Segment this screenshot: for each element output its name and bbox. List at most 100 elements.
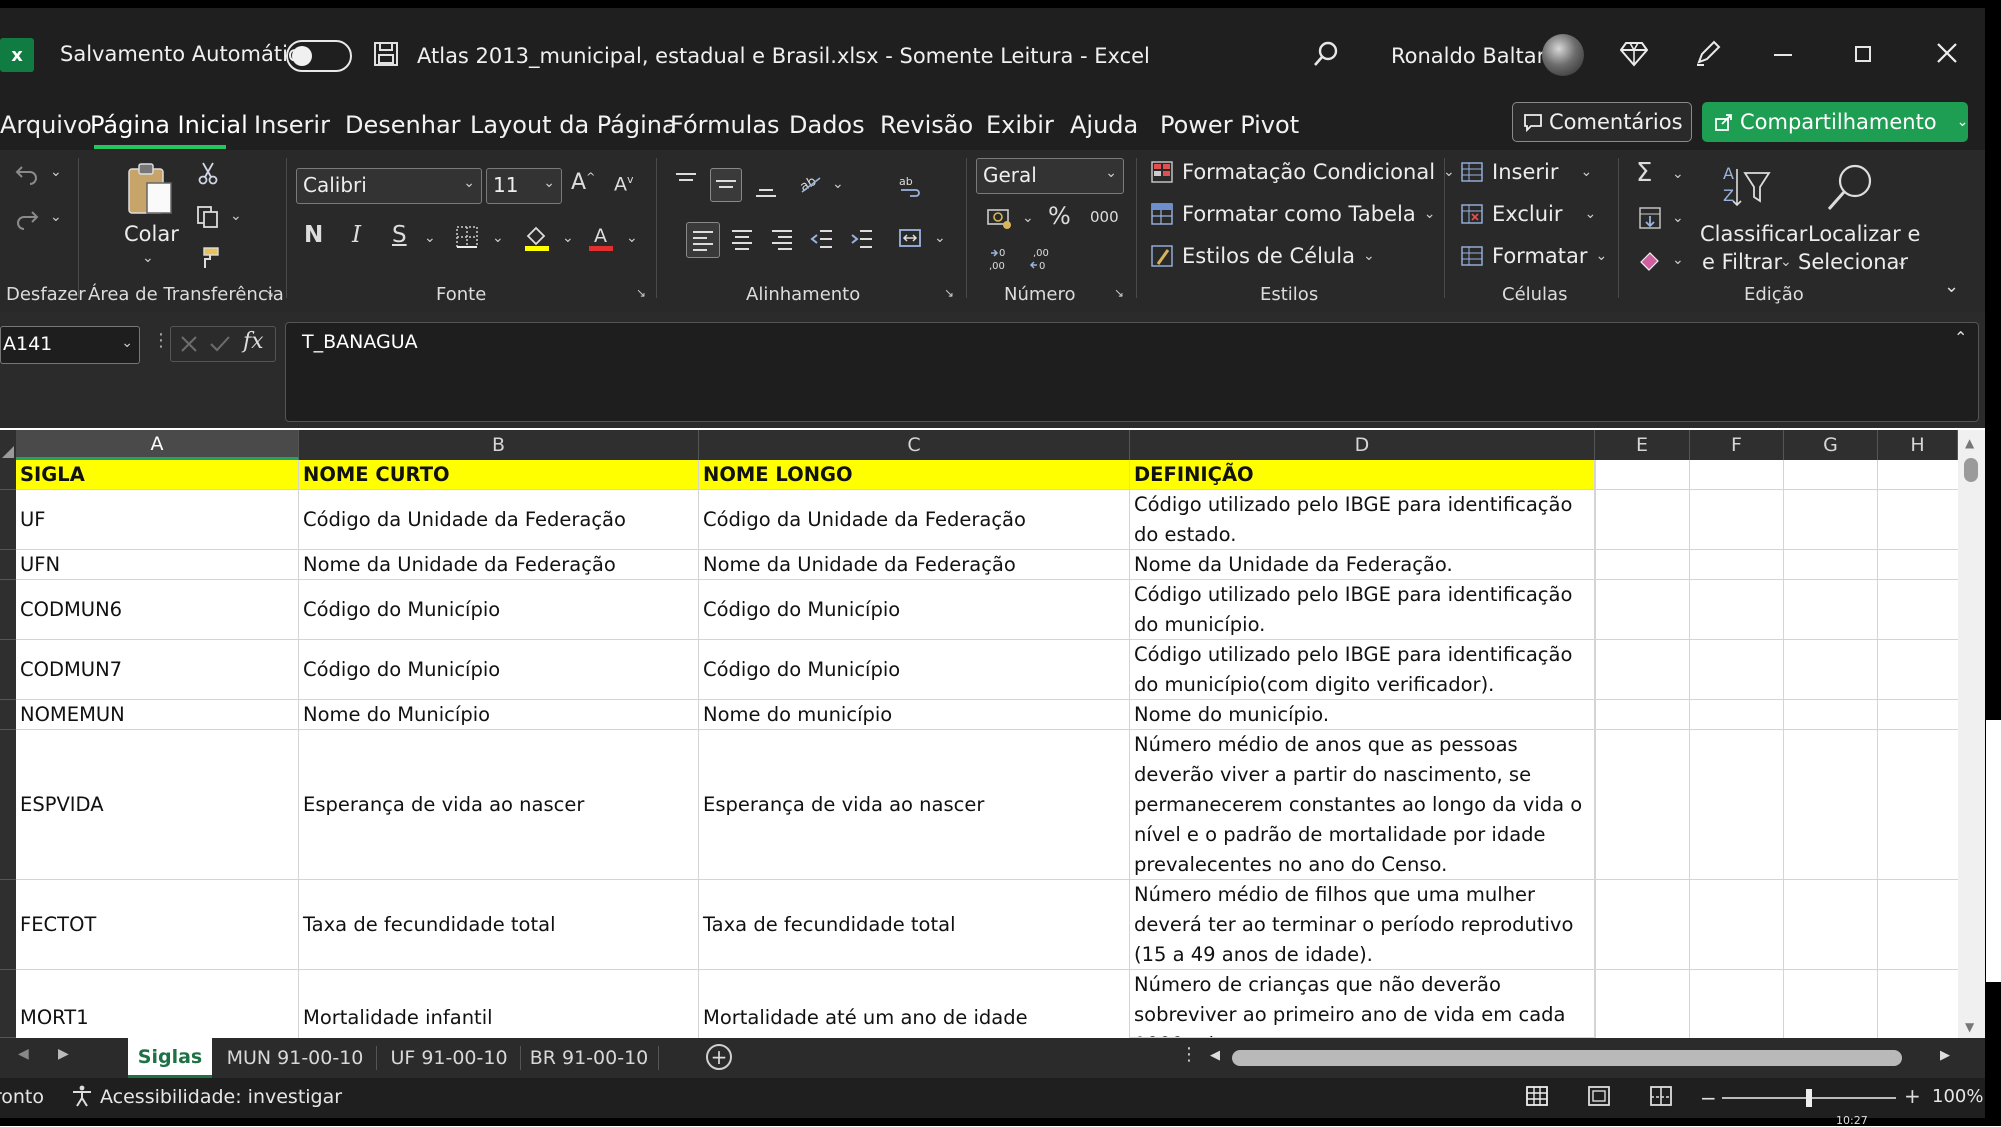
align-right-icon[interactable] xyxy=(768,224,796,254)
share-button[interactable]: Compartilhamento ⌄ xyxy=(1702,102,1968,142)
table-cell[interactable]: Nome da Unidade da Federação xyxy=(299,550,699,580)
align-left-icon[interactable] xyxy=(686,222,720,258)
clear-eraser-icon[interactable] xyxy=(1636,246,1664,274)
chevron-down-icon[interactable]: ⌄ xyxy=(424,230,436,246)
search-icon[interactable] xyxy=(1310,38,1342,70)
row-header[interactable] xyxy=(0,700,16,730)
table-cell[interactable]: Código utilizado pelo IBGE para identifi… xyxy=(1130,580,1595,640)
menu-revisao[interactable]: Revisão xyxy=(880,111,973,139)
italic-button[interactable]: I xyxy=(352,222,361,248)
row-header[interactable] xyxy=(0,640,16,700)
menu-inserir[interactable]: Inserir xyxy=(254,111,330,139)
insert-function-icon[interactable]: fx xyxy=(243,329,264,354)
table-cell[interactable]: Número médio de anos que as pessoas deve… xyxy=(1130,730,1595,880)
delete-cells-button[interactable]: Excluir ⌄ xyxy=(1460,202,1596,226)
font-name-select[interactable]: Calibri ⌄ xyxy=(296,168,482,204)
table-cell[interactable]: Código utilizado pelo IBGE para identifi… xyxy=(1130,490,1595,550)
zoom-out-button[interactable]: − xyxy=(1700,1086,1717,1110)
scroll-left-icon[interactable]: ◀ xyxy=(1210,1048,1220,1063)
zoom-level[interactable]: 100% xyxy=(1932,1086,1983,1107)
text-orientation-icon[interactable]: ab xyxy=(796,170,824,196)
bold-button[interactable]: N xyxy=(304,222,323,248)
copy-icon[interactable] xyxy=(194,204,222,230)
chevron-down-icon[interactable]: ⌄ xyxy=(1672,252,1684,268)
table-cell[interactable]: Código do Município xyxy=(299,580,699,640)
cell-styles-button[interactable]: Estilos de Célula ⌄ xyxy=(1150,244,1375,268)
number-format-select[interactable]: Geral ⌄ xyxy=(976,158,1124,194)
sort-filter-label-1[interactable]: Classificar xyxy=(1700,222,1807,246)
pen-icon[interactable] xyxy=(1693,38,1723,68)
accounting-format-icon[interactable] xyxy=(984,204,1014,232)
sheet-tab-siglas[interactable]: Siglas xyxy=(128,1038,212,1078)
column-header-e[interactable]: E xyxy=(1595,430,1690,460)
font-size-select[interactable]: 11 ⌄ xyxy=(486,168,562,204)
menu-arquivo[interactable]: Arquivo xyxy=(0,111,92,139)
table-cell[interactable]: Número de crianças que não deverão sobre… xyxy=(1130,970,1595,1038)
column-header-g[interactable]: G xyxy=(1784,430,1878,460)
zoom-slider-thumb[interactable] xyxy=(1806,1089,1812,1107)
align-middle-icon[interactable] xyxy=(710,168,742,202)
decrease-font-button[interactable]: Av xyxy=(614,173,634,195)
column-header-d[interactable]: D xyxy=(1130,430,1595,460)
accessibility-icon[interactable] xyxy=(70,1084,94,1108)
empty-cells-area[interactable] xyxy=(1595,460,1958,1038)
sheet-tab-uf[interactable]: UF 91-00-10 xyxy=(384,1038,514,1078)
table-cell[interactable]: Código utilizado pelo IBGE para identifi… xyxy=(1130,640,1595,700)
sheet-tab-br[interactable]: BR 91-00-10 xyxy=(526,1038,652,1078)
cell-header-definicao[interactable]: DEFINIÇÃO xyxy=(1130,460,1595,490)
row-header[interactable] xyxy=(0,490,16,550)
menu-power-pivot[interactable]: Power Pivot xyxy=(1160,111,1299,139)
format-cells-button[interactable]: Formatar ⌄ xyxy=(1460,244,1607,268)
table-cell[interactable]: Código da Unidade da Federação xyxy=(699,490,1130,550)
zoom-in-button[interactable]: + xyxy=(1904,1084,1921,1108)
dialog-launcher-icon[interactable]: ↘ xyxy=(1114,286,1124,300)
increase-decimal-icon[interactable]: 0,00 xyxy=(986,244,1016,274)
chevron-down-icon[interactable]: ⌄ xyxy=(1672,210,1684,226)
paste-label[interactable]: Colar xyxy=(124,222,179,246)
cut-icon[interactable] xyxy=(196,160,220,186)
table-cell[interactable]: NOMEMUN xyxy=(16,700,299,730)
horizontal-scroll-thumb[interactable] xyxy=(1232,1050,1902,1066)
wrap-text-icon[interactable]: ab xyxy=(896,172,924,200)
menu-formulas[interactable]: Fórmulas xyxy=(670,111,780,139)
undo-icon[interactable] xyxy=(12,160,42,188)
align-bottom-icon[interactable] xyxy=(752,176,780,202)
format-painter-icon[interactable] xyxy=(194,245,222,271)
increase-font-button[interactable]: A^ xyxy=(571,170,595,195)
restore-icon[interactable] xyxy=(1855,46,1871,62)
chevron-down-icon[interactable]: ⌄ xyxy=(230,208,242,224)
tab-scroll-right-icon[interactable]: ▶ xyxy=(58,1046,69,1062)
row-header[interactable] xyxy=(0,460,16,490)
sort-filter-icon[interactable]: AZ xyxy=(1718,160,1774,216)
table-cell[interactable]: Taxa de fecundidade total xyxy=(299,880,699,970)
cell-header-nome-longo[interactable]: NOME LONGO xyxy=(699,460,1130,490)
vertical-scroll-thumb[interactable] xyxy=(1964,458,1978,482)
table-cell[interactable]: Esperança de vida ao nascer xyxy=(299,730,699,880)
scroll-down-icon[interactable]: ▼ xyxy=(1965,1020,1974,1034)
zoom-slider-track[interactable] xyxy=(1722,1089,1896,1107)
user-name[interactable]: Ronaldo Baltar xyxy=(1391,44,1545,68)
find-select-label-1[interactable]: Localizar e xyxy=(1808,222,1920,246)
table-cell[interactable]: FECTOT xyxy=(16,880,299,970)
autosave-toggle[interactable] xyxy=(286,40,352,72)
collapse-ribbon-icon[interactable]: ⌄ xyxy=(1944,276,1959,297)
chevron-down-icon[interactable]: ⌄ xyxy=(50,209,62,225)
save-icon[interactable] xyxy=(372,40,400,68)
name-box[interactable]: A141 ⌄ xyxy=(0,326,140,364)
menu-desenhar[interactable]: Desenhar xyxy=(345,111,461,139)
table-cell[interactable]: UFN xyxy=(16,550,299,580)
increase-indent-icon[interactable] xyxy=(848,224,876,254)
select-all-corner[interactable] xyxy=(0,430,16,460)
table-cell[interactable]: Esperança de vida ao nascer xyxy=(699,730,1130,880)
chevron-down-icon[interactable]: ⌄ xyxy=(832,176,844,192)
menu-layout-da-pagina[interactable]: Layout da Página xyxy=(470,111,677,139)
merge-center-icon[interactable] xyxy=(896,224,924,252)
dialog-launcher-icon[interactable]: ↘ xyxy=(944,286,954,300)
table-cell[interactable]: Nome da Unidade da Federação xyxy=(699,550,1130,580)
chevron-down-icon[interactable]: ⌄ xyxy=(1896,254,1908,270)
dialog-launcher-icon[interactable]: ↘ xyxy=(264,286,274,300)
collapse-formula-bar-icon[interactable]: ⌃ xyxy=(1954,328,1967,347)
insert-cells-button[interactable]: Inserir ⌄ xyxy=(1460,160,1592,184)
column-header-b[interactable]: B xyxy=(299,430,699,460)
column-header-h[interactable]: H xyxy=(1878,430,1958,460)
